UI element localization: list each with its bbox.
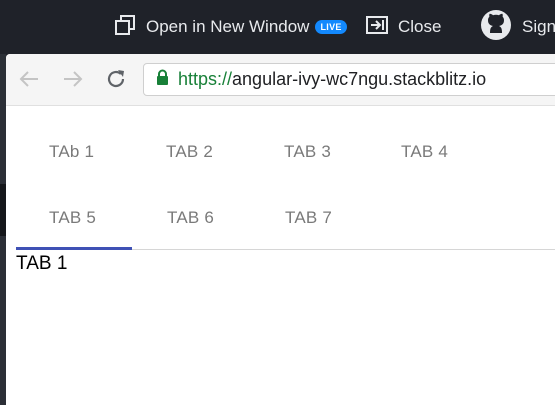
back-arrow-icon[interactable] <box>16 66 42 92</box>
address-bar: https:// angular-ivy-wc7ngu.stackblitz.i… <box>6 54 555 106</box>
stackblitz-topbar: Open in New Window LIVE Close Sign <box>0 0 555 54</box>
github-icon <box>480 9 512 46</box>
app-content: TAb 1 TAB 2 TAB 3 TAB 4 TAB 5 TAB 6 TAB … <box>6 106 555 405</box>
forward-arrow-icon[interactable] <box>60 66 86 92</box>
open-new-window-button[interactable]: Open in New Window LIVE <box>114 0 347 54</box>
url-host: angular-ivy-wc7ngu.stackblitz.io <box>232 69 487 89</box>
preview-browser: https:// angular-ivy-wc7ngu.stackblitz.i… <box>6 54 555 405</box>
active-tab-ink-bar <box>16 247 132 250</box>
live-badge: LIVE <box>315 20 347 34</box>
tab-6[interactable]: TAB 6 <box>167 208 214 228</box>
tab-7[interactable]: TAB 7 <box>285 208 332 228</box>
open-new-window-icon <box>114 14 136 41</box>
lock-icon <box>156 69 169 91</box>
tab-1[interactable]: TAb 1 <box>49 142 94 162</box>
tab-content: TAB 1 <box>16 253 68 274</box>
close-button[interactable]: Close <box>366 0 441 54</box>
reload-icon[interactable] <box>103 66 129 92</box>
close-label: Close <box>398 17 442 36</box>
sign-in-label: Sign <box>522 17 555 36</box>
tab-2[interactable]: TAB 2 <box>166 142 213 162</box>
url-scheme: https:// <box>178 69 233 89</box>
tab-3[interactable]: TAB 3 <box>284 142 331 162</box>
tab-4[interactable]: TAB 4 <box>401 142 448 162</box>
close-icon <box>366 15 388 39</box>
open-new-window-label: Open in New Window <box>146 17 310 36</box>
tab-5[interactable]: TAB 5 <box>49 208 96 228</box>
url-field[interactable]: https:// angular-ivy-wc7ngu.stackblitz.i… <box>143 63 555 96</box>
sign-in-button[interactable]: Sign <box>480 0 555 54</box>
